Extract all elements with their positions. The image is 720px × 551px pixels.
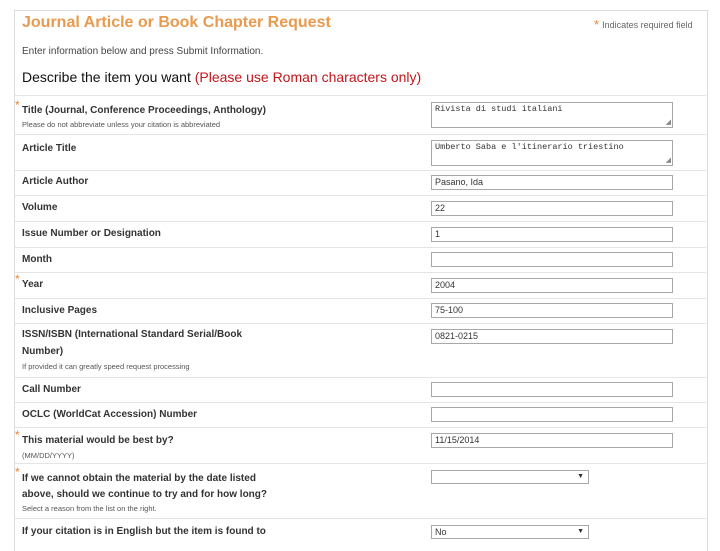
volume-input[interactable]: 22 bbox=[431, 201, 673, 216]
divider bbox=[14, 134, 706, 135]
oclc-label: OCLC (WorldCat Accession) Number bbox=[22, 409, 198, 420]
english-label: If your citation is in English but the i… bbox=[22, 526, 266, 537]
divider bbox=[14, 298, 706, 299]
asterisk-icon: * bbox=[15, 272, 20, 286]
divider bbox=[14, 95, 706, 96]
continue-label-cont: above, should we continue to try and for… bbox=[22, 489, 267, 500]
volume-label: Volume bbox=[22, 202, 58, 213]
title-textarea[interactable]: Rivista di studi italiani ◢ bbox=[431, 102, 673, 128]
divider bbox=[14, 377, 706, 378]
intro-text: Enter information below and press Submit… bbox=[22, 46, 264, 57]
divider bbox=[14, 170, 706, 171]
issn-label-cont: Number) bbox=[22, 346, 64, 357]
issue-input[interactable]: 1 bbox=[431, 227, 673, 242]
article-author-label: Article Author bbox=[22, 176, 89, 187]
divider bbox=[14, 247, 706, 248]
issn-hint: If provided it can greatly speed request… bbox=[22, 362, 190, 371]
issn-input[interactable]: 0821-0215 bbox=[431, 329, 673, 344]
section-title: Describe the item you want (Please use R… bbox=[22, 69, 422, 85]
page-title: Journal Article or Book Chapter Request bbox=[22, 14, 331, 31]
year-label: Year bbox=[22, 279, 44, 290]
issue-label: Issue Number or Designation bbox=[22, 228, 161, 239]
needed-by-label: This material would be best by? bbox=[22, 435, 174, 446]
title-hint: Please do not abbreviate unless your cit… bbox=[22, 120, 221, 129]
continue-label: If we cannot obtain the material by the … bbox=[22, 473, 256, 484]
year-input[interactable]: 2004 bbox=[431, 278, 673, 293]
title-label: Title (Journal, Conference Proceedings, … bbox=[22, 105, 266, 116]
divider bbox=[14, 518, 706, 519]
divider bbox=[14, 272, 706, 273]
needed-by-hint: (MM/DD/YYYY) bbox=[22, 451, 75, 460]
asterisk-icon: * bbox=[15, 465, 20, 479]
resize-handle-icon[interactable]: ◢ bbox=[666, 158, 671, 165]
article-author-input[interactable]: Pasano, Ida bbox=[431, 175, 673, 190]
article-title-textarea[interactable]: Umberto Saba e l'itinerario triestino ◢ bbox=[431, 140, 673, 166]
divider bbox=[14, 195, 706, 196]
chevron-down-icon: ▼ bbox=[577, 528, 584, 535]
continue-hint: Select a reason from the list on the rig… bbox=[22, 504, 157, 513]
call-number-input[interactable] bbox=[431, 382, 673, 397]
english-select[interactable]: No ▼ bbox=[431, 525, 589, 539]
call-number-label: Call Number bbox=[22, 384, 81, 395]
article-title-label: Article Title bbox=[22, 143, 77, 154]
asterisk-icon: * bbox=[15, 428, 20, 442]
needed-by-input[interactable]: 11/15/2014 bbox=[431, 433, 673, 448]
asterisk-icon: * bbox=[15, 98, 20, 112]
pages-input[interactable]: 75-100 bbox=[431, 303, 673, 318]
asterisk-icon: * bbox=[594, 17, 600, 32]
continue-select[interactable]: ▼ bbox=[431, 470, 589, 484]
oclc-input[interactable] bbox=[431, 407, 673, 422]
divider bbox=[14, 463, 706, 464]
month-input[interactable] bbox=[431, 252, 673, 267]
divider bbox=[14, 427, 706, 428]
divider bbox=[14, 221, 706, 222]
resize-handle-icon[interactable]: ◢ bbox=[666, 120, 671, 127]
issn-label: ISSN/ISBN (International Standard Serial… bbox=[22, 329, 243, 340]
divider bbox=[14, 323, 706, 324]
pages-label: Inclusive Pages bbox=[22, 305, 98, 316]
divider bbox=[14, 402, 706, 403]
month-label: Month bbox=[22, 254, 52, 265]
chevron-down-icon: ▼ bbox=[577, 473, 584, 480]
required-field-note: * Indicates required field bbox=[594, 17, 693, 32]
